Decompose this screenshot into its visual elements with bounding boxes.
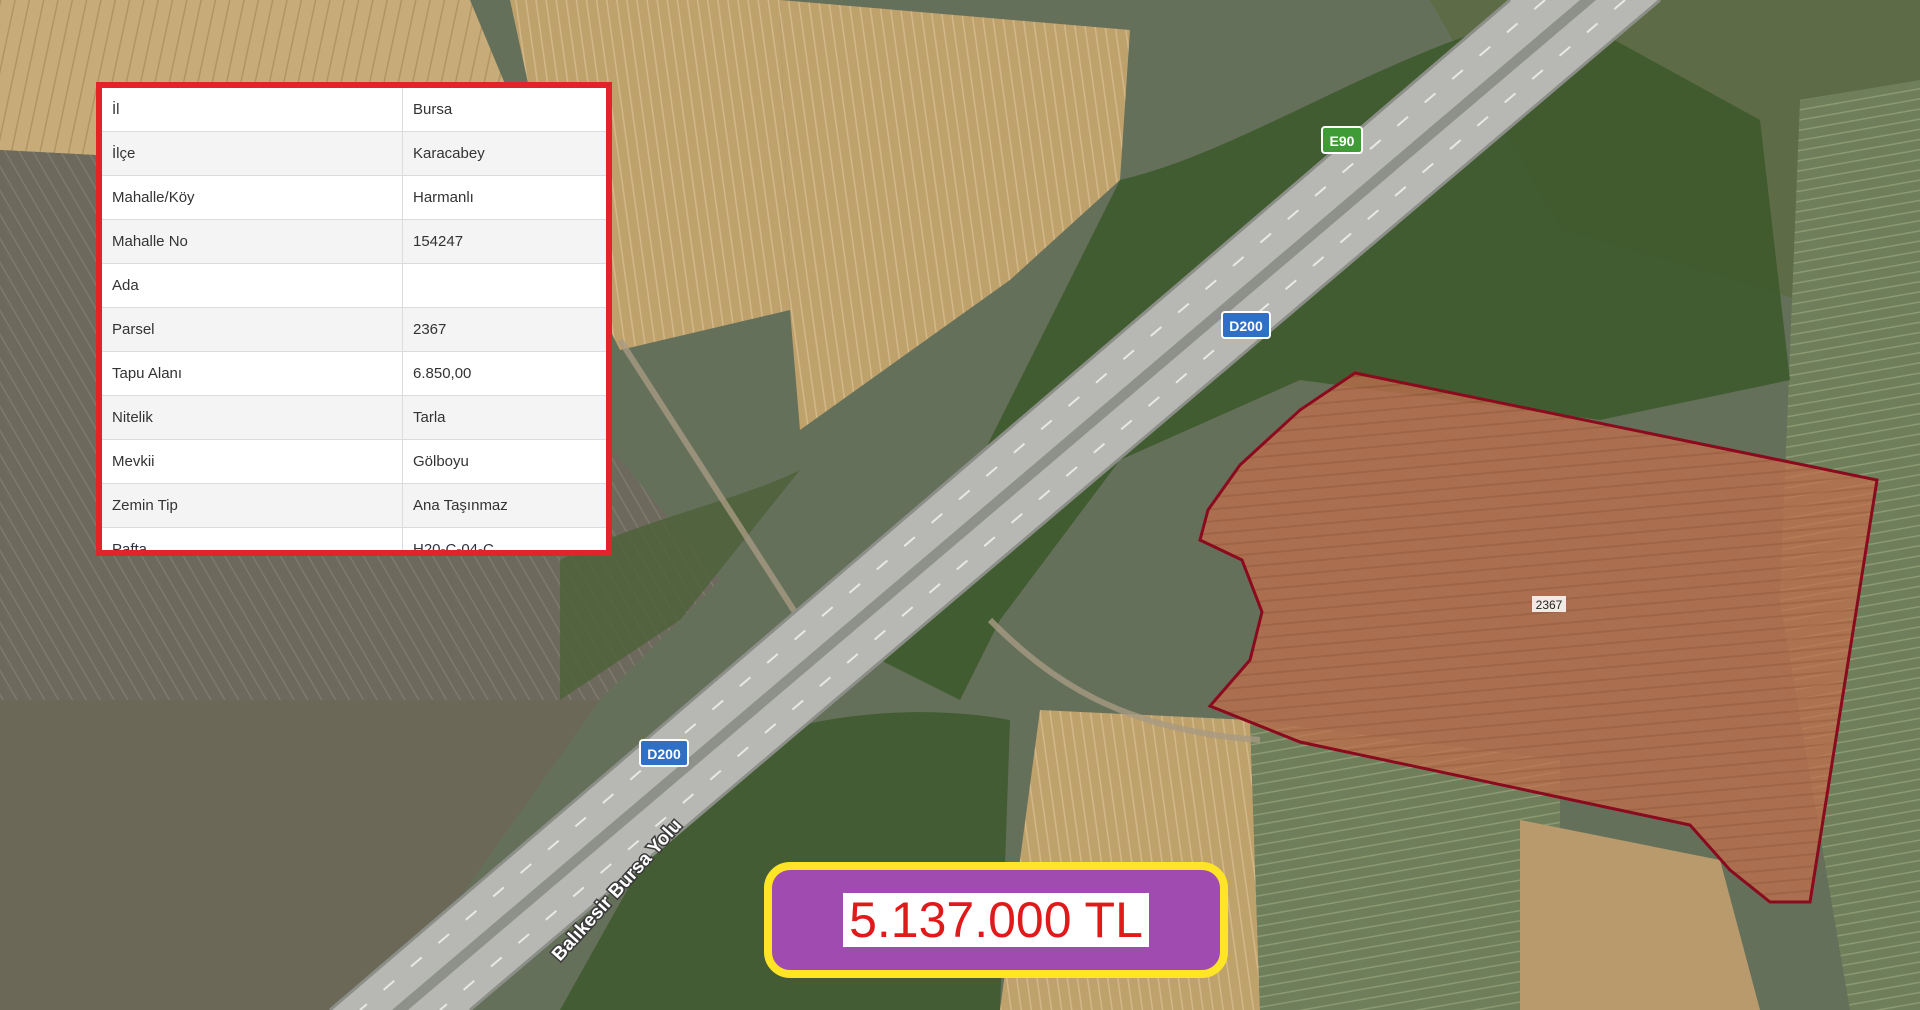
row-value: H20-C-04-C <box>402 527 606 550</box>
table-row: Parsel 2367 <box>102 307 606 352</box>
map-view[interactable]: 2367 E90 D200 D200 Balıkesir Bursa Yolu … <box>0 0 1920 1010</box>
row-key: Parsel <box>102 307 403 352</box>
row-value: Gölboyu <box>402 439 606 484</box>
table-row: Mevkii Gölboyu <box>102 439 606 484</box>
table-row: Zemin Tip Ana Taşınmaz <box>102 483 606 528</box>
row-key: Tapu Alanı <box>102 351 403 396</box>
row-value: 154247 <box>402 219 606 264</box>
d200-badge-lower-text: D200 <box>647 746 681 762</box>
d200-badge-upper-text: D200 <box>1229 318 1263 334</box>
table-row: İl Bursa <box>102 88 606 132</box>
table-row: Ada <box>102 263 606 308</box>
table-row: Pafta H20-C-04-C <box>102 527 606 550</box>
row-value: 6.850,00 <box>402 351 606 396</box>
e90-road-badge: E90 <box>1321 126 1363 154</box>
d200-road-badge-lower: D200 <box>639 739 689 767</box>
row-key: Mevkii <box>102 439 403 484</box>
row-value <box>402 263 606 308</box>
table-row: Nitelik Tarla <box>102 395 606 440</box>
parcel-info-table: İl Bursa İlçe Karacabey Mahalle/Köy Harmanl… <box>96 82 612 556</box>
price-banner: 5.137.000 TL <box>764 862 1228 978</box>
row-key: Zemin Tip <box>102 483 403 528</box>
row-value: Harmanlı <box>402 175 606 220</box>
row-value: Tarla <box>402 395 606 440</box>
table-row: Mahalle/Köy Harmanlı <box>102 175 606 220</box>
table-row: İlçe Karacabey <box>102 131 606 176</box>
row-value: 2367 <box>402 307 606 352</box>
e90-badge-text: E90 <box>1330 133 1355 149</box>
table-row: Tapu Alanı 6.850,00 <box>102 351 606 396</box>
price-label: 5.137.000 TL <box>843 893 1149 947</box>
row-key: Nitelik <box>102 395 403 440</box>
table-row: Mahalle No 154247 <box>102 219 606 264</box>
row-value: Bursa <box>402 88 606 132</box>
row-key: Mahalle No <box>102 219 403 264</box>
row-key: İl <box>102 88 403 132</box>
row-key: İlçe <box>102 131 403 176</box>
row-key: Mahalle/Köy <box>102 175 403 220</box>
row-key: Pafta <box>102 527 403 550</box>
row-value: Karacabey <box>402 131 606 176</box>
d200-road-badge-upper: D200 <box>1221 311 1271 339</box>
row-key: Ada <box>102 263 403 308</box>
parcel-label: 2367 <box>1536 598 1563 612</box>
row-value: Ana Taşınmaz <box>402 483 606 528</box>
